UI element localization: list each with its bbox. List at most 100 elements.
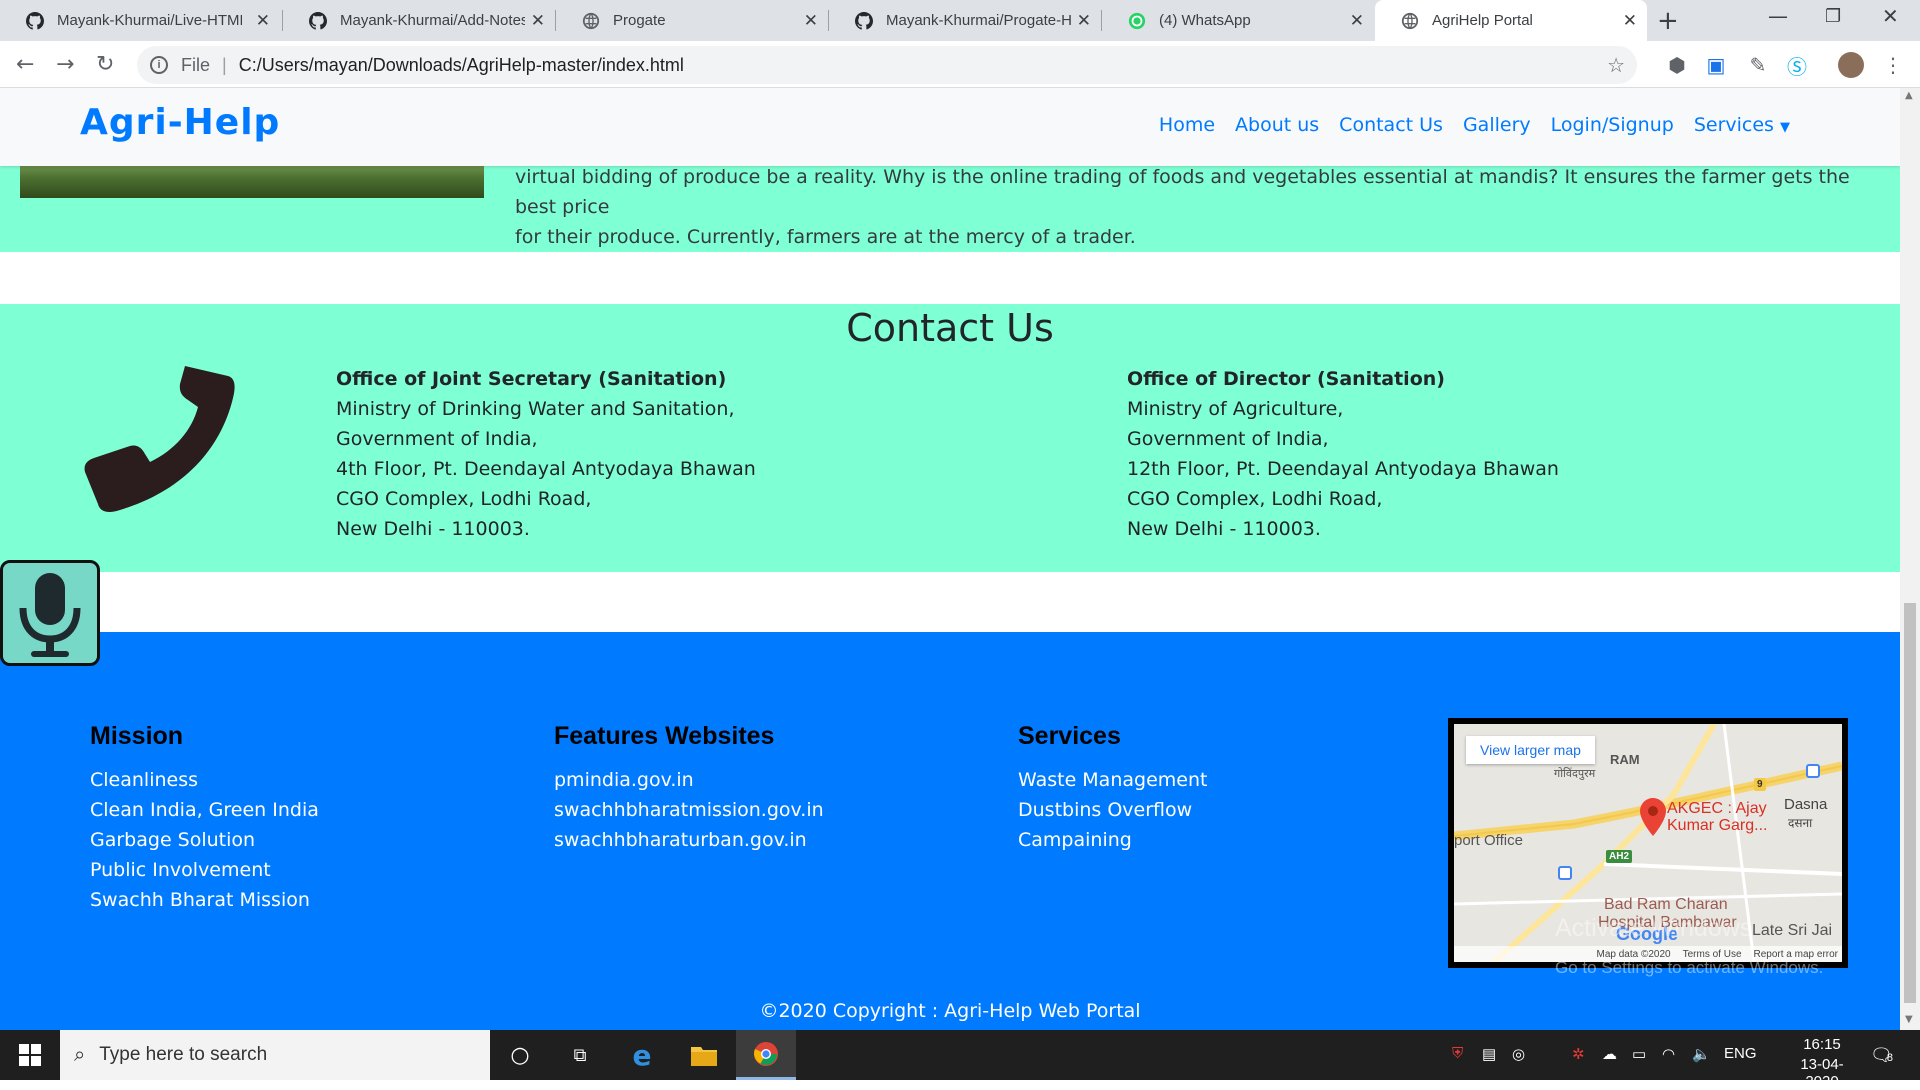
scroll-up-icon[interactable]: ▲ [1905, 90, 1913, 101]
footer-link[interactable]: Clean India, Green India [90, 795, 319, 825]
github-icon [25, 11, 45, 31]
page-scrollbar[interactable]: ▲ ▼ [1900, 88, 1920, 1030]
tab-progate[interactable]: Progate ✕ [556, 0, 828, 41]
nav-about[interactable]: About us [1235, 114, 1319, 136]
tab-label: (4) WhatsApp [1159, 12, 1251, 29]
extension-eyedropper-icon[interactable]: ✎ [1745, 52, 1771, 78]
nav-services-label: Services [1693, 114, 1774, 136]
tray-network-app-icon[interactable]: ✲ [1572, 1045, 1585, 1063]
language-indicator[interactable]: ENG [1724, 1045, 1757, 1062]
office-line: Ministry of Drinking Water and Sanitatio… [336, 398, 735, 420]
close-icon[interactable]: ✕ [1350, 11, 1364, 31]
close-icon[interactable]: ✕ [1077, 11, 1091, 31]
footer-col-services: Services Waste Management Dustbins Overf… [1018, 722, 1207, 855]
close-icon[interactable]: ✕ [531, 11, 545, 31]
profile-avatar[interactable] [1838, 52, 1864, 78]
cortana-icon[interactable]: ○ [490, 1030, 550, 1080]
voice-assistant-button[interactable] [0, 560, 100, 666]
office-director: Office of Director (Sanitation) Ministry… [1127, 364, 1559, 544]
menu-kebab-icon[interactable]: ⋮ [1880, 52, 1906, 78]
tab-agrihelp[interactable]: AgriHelp Portal ✕ [1375, 0, 1647, 41]
onedrive-icon[interactable]: ☁ [1602, 1045, 1617, 1063]
clock[interactable]: 16:15 13-04-2020 [1792, 1036, 1852, 1090]
tab-add-notes[interactable]: Mayank-Khurmai/Add-Notes ✕ [283, 0, 555, 41]
office-line: Government of India, [336, 428, 538, 450]
windows-start-icon[interactable] [0, 1030, 60, 1080]
tab-progate-h[interactable]: Mayank-Khurmai/Progate-H ✕ [829, 0, 1101, 41]
map-label: दसना [1788, 816, 1813, 830]
phone-icon [80, 362, 235, 516]
tray-sync-icon[interactable]: ◎ [1512, 1045, 1525, 1063]
footer-link[interactable]: pmindia.gov.in [554, 765, 824, 795]
activate-windows-title: Activate Windows [1555, 914, 1753, 942]
site-navbar: Agri-Help Home About us Contact Us Galle… [0, 88, 1900, 166]
footer-link[interactable]: Swachh Bharat Mission [90, 885, 319, 915]
wifi-icon[interactable]: ◠ [1662, 1045, 1675, 1063]
extension-capture-icon[interactable]: ▣ [1703, 52, 1729, 78]
bookmark-star-icon[interactable]: ☆ [1607, 53, 1625, 78]
office-line: Ministry of Agriculture, [1127, 398, 1344, 420]
new-tab-button[interactable]: + [1657, 6, 1679, 36]
nav-contact[interactable]: Contact Us [1339, 114, 1443, 136]
url-separator: | [222, 54, 227, 75]
nav-login[interactable]: Login/Signup [1551, 114, 1674, 136]
view-larger-map-link[interactable]: View larger map [1466, 736, 1595, 764]
close-icon[interactable]: ✕ [1623, 11, 1637, 31]
highway-9-badge: 9 [1754, 778, 1766, 791]
tray-app-icon[interactable]: ▤ [1482, 1045, 1496, 1063]
nav-services-dropdown[interactable]: Services ▼ [1694, 114, 1790, 136]
restore-icon[interactable]: ❐ [1825, 6, 1841, 27]
tab-label: Mayank-Khurmai/Progate-H [886, 12, 1071, 29]
scroll-thumb[interactable] [1904, 603, 1916, 1003]
address-bar[interactable]: i File | C:/Users/mayan/Downloads/AgriHe… [137, 46, 1637, 84]
office-title: Office of Director (Sanitation) [1127, 368, 1445, 390]
volume-icon[interactable]: 🔈 [1692, 1045, 1711, 1063]
close-icon[interactable]: ✕ [256, 11, 270, 31]
defender-icon[interactable]: ⛨ [1452, 1045, 1463, 1062]
edge-icon[interactable]: e [612, 1030, 672, 1080]
office-joint-secretary: Office of Joint Secretary (Sanitation) M… [336, 364, 756, 544]
taskbar-search-box[interactable]: ⌕ Type here to search [60, 1030, 490, 1080]
nav-gallery[interactable]: Gallery [1463, 114, 1531, 136]
notification-count: 8 [1886, 1052, 1893, 1064]
scroll-down-icon[interactable]: ▼ [1905, 1014, 1913, 1025]
tab-whatsapp[interactable]: (4) WhatsApp ✕ [1102, 0, 1374, 41]
office-line: 4th Floor, Pt. Deendayal Antyodaya Bhawa… [336, 458, 756, 480]
globe-icon [1400, 11, 1420, 31]
reload-icon[interactable]: ↻ [96, 52, 114, 77]
forward-icon[interactable]: → [56, 52, 74, 77]
office-title: Office of Joint Secretary (Sanitation) [336, 368, 727, 390]
footer-link[interactable]: swachhbharaturban.gov.in [554, 825, 824, 855]
copyright-text: ©2020 Copyright : Agri-Help Web Portal [759, 1000, 1141, 1022]
browser-tab-strip: Mayank-Khurmai/Live-HTML ✕ Mayank-Khurma… [0, 0, 1920, 41]
footer-link[interactable]: Waste Management [1018, 765, 1207, 795]
notification-center-icon[interactable]: 🗨8 [1870, 1045, 1893, 1066]
footer-link[interactable]: Dustbins Overflow [1018, 795, 1207, 825]
footer-link[interactable]: swachhbharatmission.gov.in [554, 795, 824, 825]
footer-link[interactable]: Cleanliness [90, 765, 319, 795]
map-pin-icon[interactable] [1640, 798, 1666, 840]
brand-logo[interactable]: Agri-Help [80, 102, 280, 143]
nav-home[interactable]: Home [1159, 114, 1215, 136]
info-icon[interactable]: i [150, 56, 168, 74]
tab-live-html[interactable]: Mayank-Khurmai/Live-HTML ✕ [0, 0, 280, 41]
footer-link[interactable]: Campaining [1018, 825, 1207, 855]
contact-section: Contact Us Office of Joint Secretary (Sa… [0, 304, 1900, 572]
extension-hex-icon[interactable]: ⬢ [1664, 52, 1690, 78]
footer-link[interactable]: Public Involvement [90, 855, 319, 885]
footer-heading: Features Websites [554, 722, 775, 750]
file-explorer-icon[interactable] [674, 1030, 734, 1080]
footer-link[interactable]: Garbage Solution [90, 825, 319, 855]
tab-label: Mayank-Khurmai/Live-HTML [57, 12, 242, 29]
chrome-icon[interactable] [736, 1030, 796, 1080]
github-icon [308, 11, 328, 31]
back-icon[interactable]: ← [16, 52, 34, 77]
battery-icon[interactable]: ▭ [1632, 1045, 1646, 1063]
window-close-icon[interactable]: ✕ [1882, 4, 1899, 28]
task-view-icon[interactable]: ⧉ [550, 1030, 610, 1080]
minimize-icon[interactable]: — [1768, 4, 1788, 28]
close-icon[interactable]: ✕ [804, 11, 818, 31]
office-line: CGO Complex, Lodhi Road, [1127, 488, 1383, 510]
skype-icon[interactable]: Ⓢ [1784, 52, 1810, 79]
map-label: port Office [1454, 832, 1523, 849]
